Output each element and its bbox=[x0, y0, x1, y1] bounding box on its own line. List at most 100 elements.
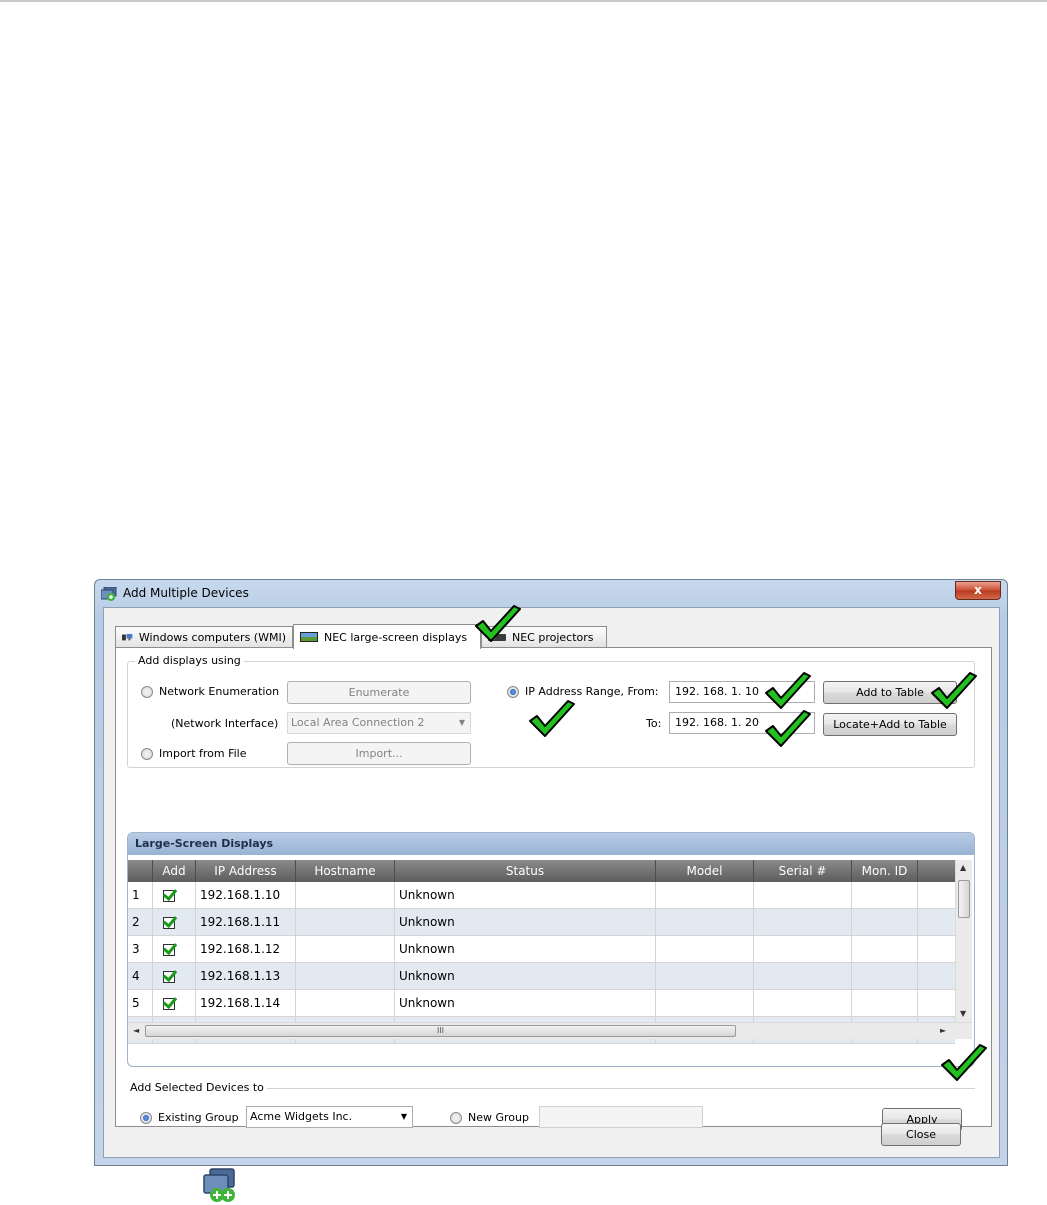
hostname-cell bbox=[296, 882, 395, 909]
column-header-hostname[interactable]: Hostname bbox=[296, 860, 395, 882]
green-check-icon bbox=[941, 1044, 987, 1081]
green-check-icon bbox=[475, 605, 521, 642]
scroll-up-arrow-icon[interactable]: ▲ bbox=[960, 863, 966, 872]
green-check-icon bbox=[765, 672, 811, 709]
column-header-add[interactable]: Add bbox=[153, 860, 196, 882]
add-checkbox[interactable] bbox=[163, 998, 175, 1010]
row-number: 5 bbox=[128, 990, 153, 1017]
network-interface-label: (Network Interface) bbox=[171, 717, 279, 730]
mon-id-cell bbox=[852, 963, 918, 990]
enumerate-button[interactable]: Enumerate bbox=[287, 681, 471, 704]
locate-add-to-table-button[interactable]: Locate+Add to Table bbox=[823, 713, 957, 736]
green-check-icon bbox=[931, 672, 977, 709]
status-cell: Unknown bbox=[395, 882, 656, 909]
tab-label: Windows computers (WMI) bbox=[138, 631, 286, 644]
network-interface-dropdown[interactable]: Local Area Connection 2 ▼ bbox=[287, 712, 471, 734]
new-group-radio[interactable] bbox=[450, 1112, 462, 1124]
large-screen-displays-title: Large-Screen Displays bbox=[128, 833, 974, 855]
new-group-field[interactable] bbox=[539, 1106, 703, 1128]
existing-group-dropdown[interactable]: Acme Widgets Inc. ▼ bbox=[246, 1106, 413, 1128]
add-checkbox[interactable] bbox=[163, 944, 175, 956]
serial-cell bbox=[754, 963, 852, 990]
display-icon bbox=[300, 631, 318, 642]
table-row[interactable]: 4 192.168.1.13 Unknown bbox=[128, 963, 955, 990]
close-button[interactable]: Close bbox=[881, 1123, 961, 1146]
column-header-serial[interactable]: Serial # bbox=[754, 860, 852, 882]
ip-address-range-radio[interactable] bbox=[507, 686, 519, 698]
tab-label: NEC large-screen displays bbox=[324, 630, 468, 644]
column-header-mon-id[interactable]: Mon. ID bbox=[852, 860, 918, 882]
column-header-model[interactable]: Model bbox=[656, 860, 754, 882]
model-cell bbox=[656, 882, 754, 909]
computers-icon bbox=[122, 633, 133, 641]
add-checkbox[interactable] bbox=[163, 890, 175, 902]
large-screen-displays-panel: Large-Screen Displays Add IP Address Hos… bbox=[127, 832, 975, 1067]
existing-group-label: Existing Group bbox=[158, 1111, 239, 1124]
column-header-ip-address[interactable]: IP Address bbox=[196, 860, 296, 882]
tab-windows-computers[interactable]: Windows computers (WMI) bbox=[115, 626, 293, 648]
hostname-cell bbox=[296, 990, 395, 1017]
row-number: 1 bbox=[128, 882, 153, 909]
chevron-down-icon: ▼ bbox=[400, 1112, 407, 1121]
import-from-file-radio[interactable] bbox=[141, 748, 153, 760]
ip-address-cell: 192.168.1.11 bbox=[196, 909, 296, 936]
table-row[interactable]: 1 192.168.1.10 Unknown bbox=[128, 882, 955, 909]
add-checkbox[interactable] bbox=[163, 971, 175, 983]
serial-cell bbox=[754, 882, 852, 909]
import-from-file-label: Import from File bbox=[159, 747, 247, 760]
ip-to-label: To: bbox=[646, 717, 662, 730]
page-top-rule bbox=[0, 0, 1047, 2]
add-cell bbox=[153, 936, 196, 963]
ip-address-cell: 192.168.1.14 bbox=[196, 990, 296, 1017]
status-cell: Unknown bbox=[395, 990, 656, 1017]
mon-id-cell bbox=[852, 990, 918, 1017]
model-cell bbox=[656, 909, 754, 936]
add-displays-group-label: Add displays using bbox=[135, 654, 244, 667]
column-header-filler bbox=[918, 860, 955, 882]
add-cell bbox=[153, 963, 196, 990]
network-interface-value: Local Area Connection 2 bbox=[291, 716, 425, 729]
hostname-cell bbox=[296, 963, 395, 990]
model-cell bbox=[656, 936, 754, 963]
vertical-scroll-thumb[interactable] bbox=[958, 880, 970, 918]
import-button[interactable]: Import... bbox=[287, 742, 471, 765]
add-devices-icon bbox=[203, 1168, 235, 1202]
grid-horizontal-scrollbar[interactable]: ◄ III ► bbox=[128, 1022, 972, 1039]
column-header-status[interactable]: Status bbox=[395, 860, 656, 882]
tab-nec-large-screen-displays[interactable]: NEC large-screen displays bbox=[293, 624, 481, 649]
hostname-cell bbox=[296, 909, 395, 936]
tab-label: NEC projectors bbox=[512, 631, 594, 644]
add-cell bbox=[153, 909, 196, 936]
title-bar[interactable]: Add Multiple Devices x bbox=[95, 580, 1007, 608]
model-cell bbox=[656, 990, 754, 1017]
status-cell: Unknown bbox=[395, 909, 656, 936]
network-enumeration-radio[interactable] bbox=[141, 686, 153, 698]
table-row[interactable]: 5 192.168.1.14 Unknown bbox=[128, 990, 955, 1017]
column-header-row-number bbox=[128, 860, 153, 882]
model-cell bbox=[656, 963, 754, 990]
add-multiple-devices-window: Add Multiple Devices x Windows computers… bbox=[94, 579, 1008, 1166]
table-row[interactable]: 2 192.168.1.11 Unknown bbox=[128, 909, 955, 936]
add-cell bbox=[153, 990, 196, 1017]
devices-grid: Add IP Address Hostname Status Model Ser… bbox=[128, 860, 955, 1044]
window-close-button[interactable]: x bbox=[955, 581, 1001, 600]
scroll-left-arrow-icon[interactable]: ◄ bbox=[133, 1026, 139, 1035]
row-number: 2 bbox=[128, 909, 153, 936]
window-title: Add Multiple Devices bbox=[123, 586, 249, 600]
add-selected-devices-label: Add Selected Devices to bbox=[127, 1081, 267, 1094]
serial-cell bbox=[754, 990, 852, 1017]
scroll-right-arrow-icon[interactable]: ► bbox=[940, 1026, 946, 1035]
grid-vertical-scrollbar[interactable]: ▲ ▼ bbox=[955, 860, 972, 1022]
mon-id-cell bbox=[852, 909, 918, 936]
add-checkbox[interactable] bbox=[163, 917, 175, 929]
chevron-down-icon: ▼ bbox=[458, 718, 465, 727]
horizontal-scroll-thumb[interactable]: III bbox=[145, 1025, 736, 1037]
status-cell: Unknown bbox=[395, 936, 656, 963]
existing-group-value: Acme Widgets Inc. bbox=[250, 1110, 353, 1123]
existing-group-radio[interactable] bbox=[140, 1112, 152, 1124]
row-number: 4 bbox=[128, 963, 153, 990]
scroll-down-arrow-icon[interactable]: ▼ bbox=[960, 1009, 966, 1018]
ip-address-cell: 192.168.1.10 bbox=[196, 882, 296, 909]
table-row[interactable]: 3 192.168.1.12 Unknown bbox=[128, 936, 955, 963]
ip-address-cell: 192.168.1.12 bbox=[196, 936, 296, 963]
